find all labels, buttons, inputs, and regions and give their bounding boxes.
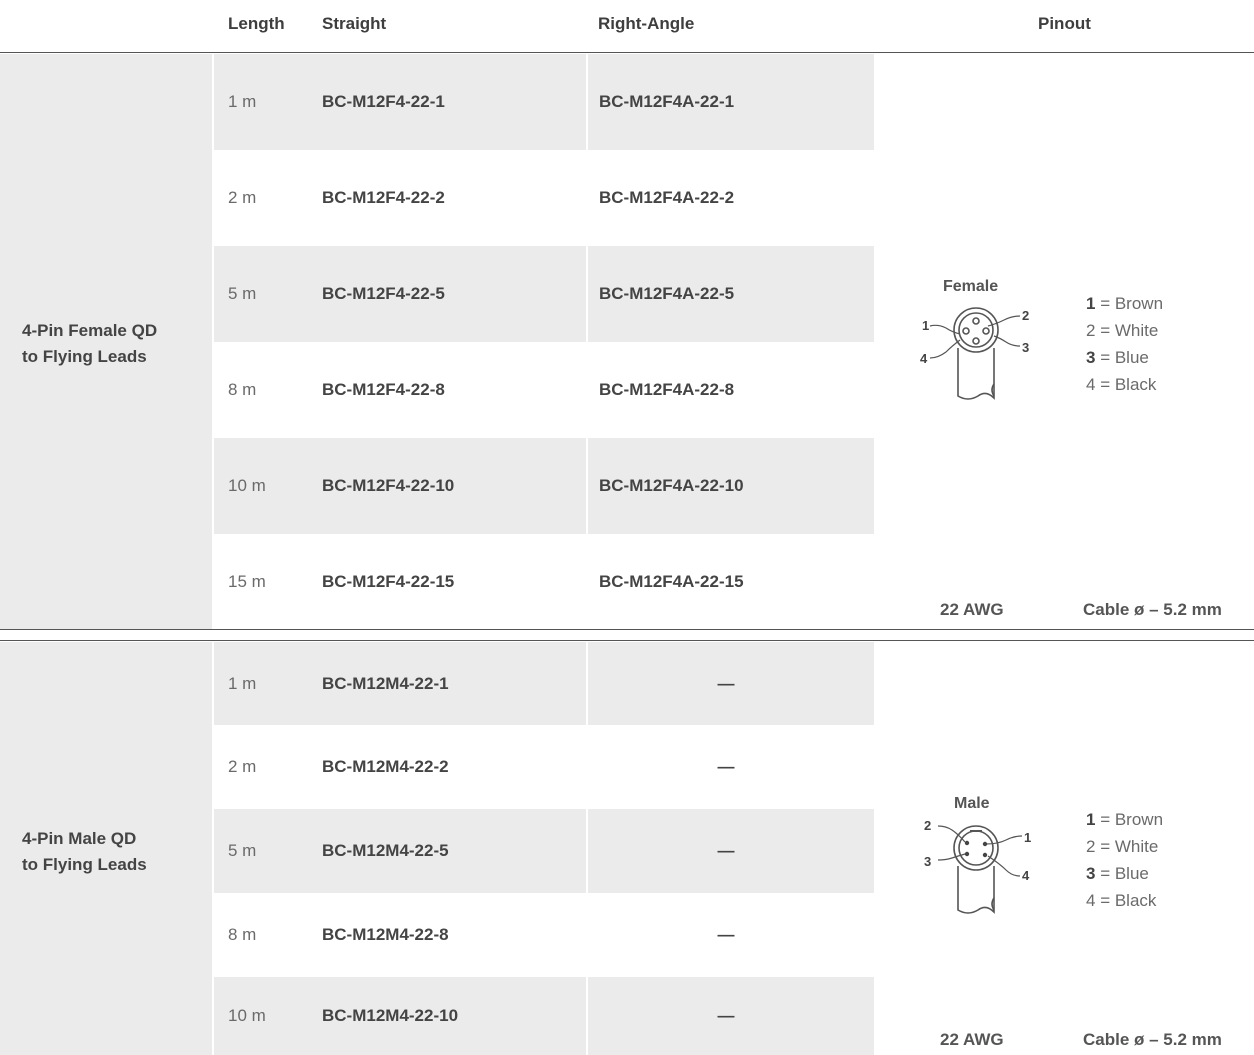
length-cell: 5 m — [228, 841, 257, 860]
group-label-line2: to Flying Leads — [22, 347, 147, 366]
female-pin-label-2: 2 — [1022, 308, 1029, 323]
header-right-angle: Right-Angle — [598, 14, 695, 33]
group-label-line1: 4-Pin Male QD — [22, 829, 137, 848]
male-pin-label-2: 2 — [924, 818, 931, 833]
table-row: 2 m BC-M12F4-22-2 BC-M12F4A-22-2 — [214, 150, 874, 246]
length-cell: 10 m — [228, 1006, 266, 1025]
legend-item: 2 = White — [1086, 321, 1159, 340]
straight-part-cell: BC-M12F4-22-1 — [322, 92, 445, 111]
straight-part-cell: BC-M12F4-22-15 — [322, 571, 455, 591]
straight-part-cell: BC-M12M4-22-2 — [322, 757, 449, 776]
group-label-male: 4-Pin Male QD to Flying Leads — [22, 826, 147, 878]
right-angle-part-cell: — — [586, 977, 874, 1055]
right-angle-part-cell: BC-M12F4A-22-5 — [586, 246, 874, 342]
right-angle-part-cell: BC-M12F4A-22-15 — [586, 534, 874, 629]
length-cell: 1 m — [228, 673, 257, 693]
group-label-line1: 4-Pin Female QD — [22, 321, 158, 340]
header-pinout: Pinout — [1038, 14, 1091, 33]
length-cell: 8 m — [228, 380, 257, 399]
right-angle-part-cell: — — [586, 809, 874, 893]
legend-item: 1 = Brown — [1086, 810, 1164, 829]
table-row: 8 m BC-M12F4-22-8 BC-M12F4A-22-8 — [214, 342, 874, 438]
length-cell: 1 m — [228, 92, 257, 111]
length-cell: 2 m — [228, 188, 257, 207]
header-straight: Straight — [322, 14, 387, 33]
header-length: Length — [228, 14, 285, 33]
legend-item: 4 = Black — [1086, 891, 1157, 910]
wire-color-legend-female: 1 = Brown 2 = White 3 = Blue 4 = Black — [1086, 290, 1163, 398]
wire-color-legend-male: 1 = Brown 2 = White 3 = Blue 4 = Black — [1086, 806, 1163, 914]
male-pin-label-4: 4 — [1022, 868, 1030, 883]
awg-male: 22 AWG — [940, 1030, 1004, 1049]
table-row: 5 m BC-M12M4-22-5 — — [214, 809, 874, 893]
right-angle-part-cell: BC-M12F4A-22-8 — [586, 342, 874, 438]
table-row: 10 m BC-M12M4-22-10 — — [214, 977, 874, 1055]
male-pin-label-3: 3 — [924, 854, 931, 869]
straight-part-cell: BC-M12M4-22-8 — [322, 925, 449, 944]
table-row: 15 m BC-M12F4-22-15 BC-M12F4A-22-15 — [214, 534, 874, 629]
table-row: 1 m BC-M12M4-22-1 — — [214, 642, 874, 725]
header-rule — [0, 52, 1254, 53]
length-cell: 15 m — [228, 571, 266, 591]
table-row: 5 m BC-M12F4-22-5 BC-M12F4A-22-5 — [214, 246, 874, 342]
straight-part-cell: BC-M12F4-22-5 — [322, 284, 445, 303]
length-cell: 5 m — [228, 284, 257, 303]
group-label-line2: to Flying Leads — [22, 855, 147, 874]
male-pin-label-1: 1 — [1024, 830, 1031, 845]
female-connector-diagram: 1 2 3 4 — [920, 307, 1029, 400]
group-rule-2 — [0, 640, 1254, 641]
female-pin-label-3: 3 — [1022, 340, 1029, 355]
length-cell: 2 m — [228, 757, 257, 776]
legend-item: 3 = Blue — [1086, 864, 1149, 883]
legend-item: 3 = Blue — [1086, 348, 1149, 367]
legend-item: 4 = Black — [1086, 375, 1157, 394]
straight-part-cell: BC-M12M4-22-5 — [322, 841, 449, 860]
straight-part-cell: BC-M12F4-22-10 — [322, 476, 455, 495]
straight-part-cell: BC-M12F4-22-8 — [322, 380, 445, 399]
right-angle-part-cell: BC-M12F4A-22-2 — [586, 150, 874, 246]
cable-diameter-male: Cable ø – 5.2 mm — [1083, 1030, 1222, 1049]
table-row: 2 m BC-M12M4-22-2 — — [214, 725, 874, 809]
pinout-title-male: Male — [954, 795, 990, 812]
group-label-female: 4-Pin Female QD to Flying Leads — [22, 318, 157, 370]
right-angle-part-cell: BC-M12F4A-22-10 — [586, 438, 874, 534]
straight-part-cell: BC-M12M4-22-10 — [322, 1006, 459, 1025]
male-connector-diagram: 2 1 3 4 — [924, 818, 1031, 914]
table-row: 10 m BC-M12F4-22-10 BC-M12F4A-22-10 — [214, 438, 874, 534]
straight-part-cell: BC-M12M4-22-1 — [322, 673, 449, 693]
legend-item: 1 = Brown — [1086, 294, 1164, 313]
awg-female: 22 AWG — [940, 600, 1004, 619]
straight-part-cell: BC-M12F4-22-2 — [322, 188, 445, 207]
length-cell: 10 m — [228, 476, 266, 495]
female-pin-label-1: 1 — [922, 318, 929, 333]
table-row: 1 m BC-M12F4-22-1 BC-M12F4A-22-1 — [214, 54, 874, 150]
legend-item: 2 = White — [1086, 837, 1159, 856]
table-row: 8 m BC-M12M4-22-8 — — [214, 893, 874, 977]
right-angle-part-cell: BC-M12F4A-22-1 — [586, 54, 874, 150]
group-rule-1 — [0, 629, 1254, 630]
right-angle-part-cell: — — [586, 893, 874, 977]
pinout-title-female: Female — [943, 278, 999, 295]
right-angle-part-cell: — — [586, 725, 874, 809]
female-pin-label-4: 4 — [920, 351, 928, 366]
length-cell: 8 m — [228, 925, 257, 944]
cable-diameter-female: Cable ø – 5.2 mm — [1083, 600, 1222, 619]
right-angle-part-cell: — — [586, 642, 874, 725]
